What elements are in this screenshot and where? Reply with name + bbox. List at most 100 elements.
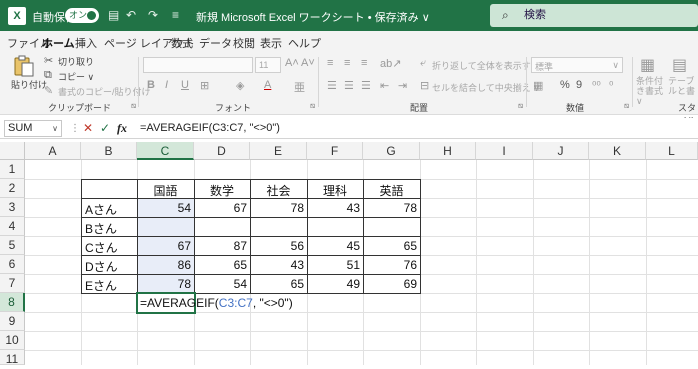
align-middle-icon[interactable]: ≡ [344,57,350,69]
document-title[interactable]: 新規 Microsoft Excel ワークシート • 保存済み ∨ [196,9,430,25]
row-header-10[interactable]: 10 [0,331,25,350]
cell-name[interactable]: Aさん [81,201,137,218]
orientation-icon[interactable]: ab↗ [380,57,401,70]
undo-icon[interactable]: ↶ [126,8,136,22]
more-options-icon[interactable]: ⋮ [70,123,80,134]
conditional-format-icon[interactable]: ▦ [640,55,655,75]
cell-value[interactable]: 67 [194,201,250,215]
tab-data[interactable]: データ [199,35,232,51]
row-header-7[interactable]: 7 [0,274,25,293]
cell-value[interactable]: 65 [250,277,307,291]
fill-color-icon[interactable]: ◈ [236,79,244,92]
borders-icon[interactable]: ⊞ [200,79,209,92]
italic-icon[interactable]: I [165,79,168,91]
cell-value[interactable]: 51 [307,258,363,272]
copy-icon[interactable]: ⧉ [44,69,52,82]
column-header-i[interactable]: I [476,142,533,160]
cell-value[interactable]: 65 [363,239,420,253]
cell-value[interactable]: 86 [137,258,194,272]
font-color-icon[interactable]: A [264,79,271,91]
column-header-f[interactable]: F [307,142,363,160]
column-header-h[interactable]: H [420,142,476,160]
underline-icon[interactable]: U [181,79,189,91]
number-launcher-icon[interactable]: ⧅ [624,101,629,111]
cell-edit-formula[interactable]: =AVERAGEIF(C3:C7, "<>0") [140,296,293,310]
format-as-table-icon[interactable]: ▤ [672,55,687,75]
font-launcher-icon[interactable]: ⧅ [310,101,315,111]
cell-value[interactable]: 49 [307,277,363,291]
decrease-decimal-icon[interactable]: ⁰ [609,79,613,92]
align-top-icon[interactable]: ≡ [327,57,333,69]
cell-value[interactable]: 54 [137,201,194,215]
copy-button[interactable]: コピー ∨ [58,70,94,83]
wrap-text-button[interactable]: 折り返して全体を表示する [432,59,540,72]
column-header-e[interactable]: E [250,142,307,160]
column-header-a[interactable]: A [25,142,81,160]
cell-value[interactable]: 78 [137,277,194,291]
cell-value[interactable]: 87 [194,239,250,253]
row-header-2[interactable]: 2 [0,179,25,198]
number-format-combo[interactable]: 標準 ∨ [531,57,623,73]
cell-value[interactable]: 54 [194,277,250,291]
conditional-format-button[interactable]: 条件付き書式 ∨ [636,76,666,106]
cell-value[interactable]: 67 [137,239,194,253]
increase-decimal-icon[interactable]: ⁰⁰ [592,79,601,92]
column-header-l[interactable]: L [646,142,698,160]
cell-header-eigo[interactable]: 英語 [363,182,420,199]
align-bottom-icon[interactable]: ≡ [361,57,367,69]
alignment-launcher-icon[interactable]: ⧅ [518,101,523,111]
cell-value[interactable]: 69 [363,277,420,291]
cell-name[interactable]: Dさん [81,258,137,275]
decrease-font-icon[interactable]: A˅ [301,57,315,69]
font-name-combo[interactable] [143,57,253,73]
cell-value[interactable]: 65 [194,258,250,272]
row-header-8[interactable]: 8 [0,293,25,312]
insert-function-icon[interactable]: fx [117,121,127,136]
autosave-toggle[interactable]: オン [65,8,99,23]
cell-value[interactable]: 43 [307,201,363,215]
tab-formulas[interactable]: 数式 [171,35,193,51]
paste-icon[interactable] [12,55,36,77]
row-header-4[interactable]: 4 [0,217,25,236]
redo-icon[interactable]: ↷ [148,8,158,22]
row-header-11[interactable]: 11 [0,350,25,366]
cell-value[interactable]: 76 [363,258,420,272]
row-header-1[interactable]: 1 [0,160,25,179]
merge-center-icon[interactable]: ⊟ [420,79,429,92]
accounting-format-icon[interactable]: ▦ [533,79,543,92]
cancel-icon[interactable]: ✕ [83,121,93,135]
cell-header-rika[interactable]: 理科 [307,182,363,199]
column-header-k[interactable]: K [589,142,646,160]
row-header-6[interactable]: 6 [0,255,25,274]
save-icon[interactable]: ▤ [108,8,119,22]
format-as-table-button[interactable]: テーブルと書式設定 [668,76,698,96]
cell-value[interactable]: 78 [363,201,420,215]
cell-name[interactable]: Cさん [81,239,137,256]
comma-style-icon[interactable]: 9 [576,79,582,91]
tab-home[interactable]: ホーム [42,35,75,54]
customize-quick-access-icon[interactable]: ≡ [172,8,179,22]
tab-insert[interactable]: 挿入 [75,35,97,51]
tab-review[interactable]: 校閲 [233,35,255,51]
cell-value[interactable]: 45 [307,239,363,253]
tab-view[interactable]: 表示 [260,35,282,51]
enter-icon[interactable]: ✓ [100,121,110,135]
format-painter-icon[interactable]: ✎ [44,84,53,97]
merge-center-button[interactable]: セルを結合して中央揃え ∨ [432,81,540,94]
cell-name[interactable]: Eさん [81,277,137,294]
column-header-j[interactable]: J [533,142,589,160]
cut-button[interactable]: 切り取り [58,55,94,68]
phonetic-guide-icon[interactable]: 亜 [294,79,305,95]
cell-value[interactable]: 56 [250,239,307,253]
name-box-dropdown-icon[interactable]: ∨ [52,121,58,136]
percent-icon[interactable]: % [560,79,570,91]
column-header-d[interactable]: D [194,142,250,160]
increase-font-icon[interactable]: A˄ [285,57,299,69]
cell-header-kokugo[interactable]: 国語 [137,182,194,199]
format-painter-button[interactable]: 書式のコピー/貼り付け [58,85,151,98]
font-size-combo[interactable]: 11 [255,57,281,73]
name-box[interactable]: SUM ∨ [4,120,62,137]
increase-indent-icon[interactable]: ⇥ [398,79,407,92]
cell-header-shakai[interactable]: 社会 [250,182,307,199]
bold-icon[interactable]: B [147,79,155,91]
